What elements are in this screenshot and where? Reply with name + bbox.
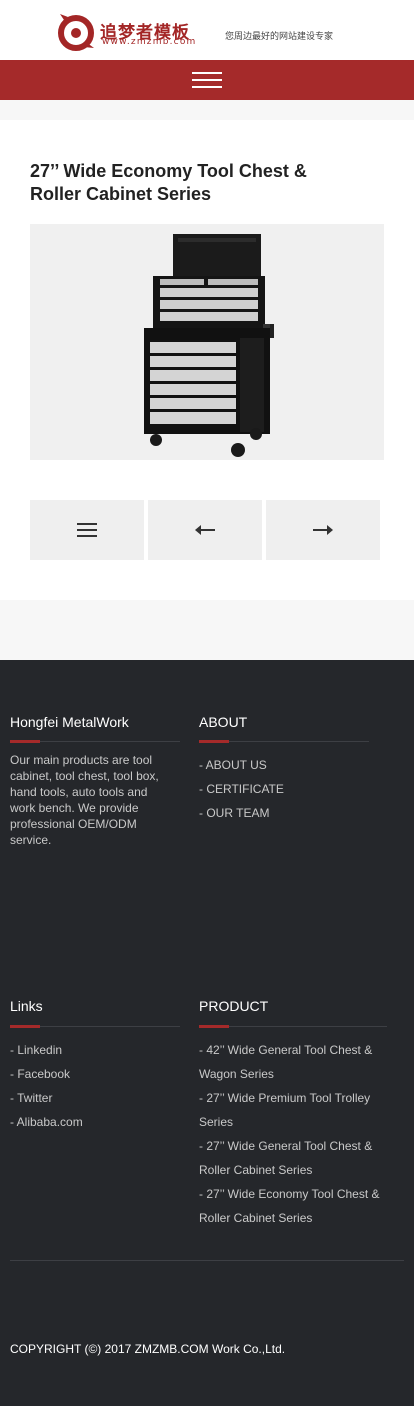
footer-product-title: PRODUCT xyxy=(199,998,269,1014)
footer-link-facebook[interactable]: - Facebook xyxy=(10,1062,70,1086)
footer-about-rule xyxy=(199,740,369,743)
footer-link-our-team[interactable]: - OUR TEAM xyxy=(199,801,269,825)
gallery-prev-button[interactable] xyxy=(148,500,262,560)
site-header: 追梦者模板 www.zmzmb.com 您周边最好的网站建设专家 xyxy=(0,0,414,60)
footer-link-product-3[interactable]: - 27’’ Wide General Tool Chest & Roller … xyxy=(199,1134,389,1182)
product-title: 27’’ Wide Economy Tool Chest & Roller Ca… xyxy=(30,161,307,204)
list-icon xyxy=(77,523,97,537)
logo-url: www.zmzmb.com xyxy=(102,37,197,47)
footer-link-about-us[interactable]: - ABOUT US xyxy=(199,753,267,777)
footer-company-rule xyxy=(10,740,180,743)
footer-link-product-1[interactable]: - 42’’ Wide General Tool Chest & Wagon S… xyxy=(199,1038,389,1086)
site-footer: Hongfei MetalWork Our main products are … xyxy=(0,660,414,1406)
footer-links-rule xyxy=(10,1025,180,1028)
footer-company-text: Our main products are tool cabinet, tool… xyxy=(10,753,159,847)
gallery-next-button[interactable] xyxy=(266,500,380,560)
footer-link-twitter[interactable]: - Twitter xyxy=(10,1086,52,1110)
footer-links-title: Links xyxy=(10,998,43,1014)
site-slogan: 您周边最好的网站建设专家 xyxy=(225,32,334,42)
gallery-menu-button[interactable] xyxy=(30,500,144,560)
footer-divider xyxy=(10,1260,404,1261)
footer-link-alibaba[interactable]: - Alibaba.com xyxy=(10,1110,83,1134)
product-card: 27’’ Wide Economy Tool Chest & Roller Ca… xyxy=(0,120,414,600)
nav-bar xyxy=(0,60,414,100)
hamburger-menu-icon[interactable] xyxy=(192,71,222,89)
footer-link-product-4[interactable]: - 27’’ Wide Economy Tool Chest & Roller … xyxy=(199,1182,389,1230)
footer-link-linkedin[interactable]: - Linkedin xyxy=(10,1038,62,1062)
arrow-right-icon xyxy=(313,525,333,535)
footer-about-title: ABOUT xyxy=(199,714,248,730)
footer-link-certificate[interactable]: - CERTIFICATE xyxy=(199,777,284,801)
tool-chest-image-icon xyxy=(144,234,274,457)
footer-link-product-2[interactable]: - 27’’ Wide Premium Tool Trolley Series xyxy=(199,1086,389,1134)
product-image xyxy=(30,224,384,460)
logo-emblem-icon xyxy=(58,14,94,51)
footer-copyright: COPYRIGHT (©) 2017 ZMZMB.COM Work Co.,Lt… xyxy=(10,1342,286,1356)
arrow-left-icon xyxy=(195,525,215,535)
footer-product-rule xyxy=(199,1025,387,1028)
footer-company-title: Hongfei MetalWork xyxy=(10,714,129,730)
